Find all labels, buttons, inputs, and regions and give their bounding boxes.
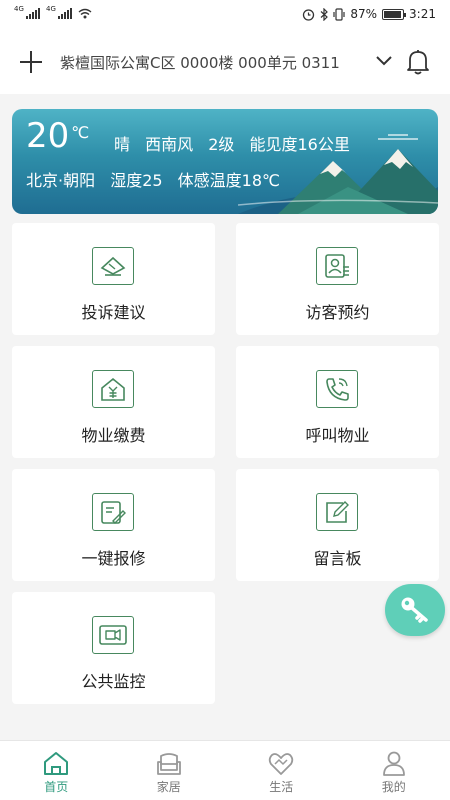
handshake-icon — [269, 753, 294, 775]
vibrate-icon — [333, 7, 345, 21]
tab-home[interactable]: 首页 — [0, 741, 113, 800]
bell-icon[interactable] — [405, 48, 431, 76]
weather-summary: 晴 西南风 2级 能见度16公里 — [114, 131, 360, 155]
address-header: 紫檀国际公寓C区 0000楼 000单元 0311 — [0, 30, 450, 94]
battery-percent: 87% — [350, 7, 378, 21]
battery-icon — [382, 8, 407, 20]
weather-details: 北京·朝阳 湿度25 体感温度18℃ — [26, 167, 290, 191]
humidity: 湿度25 — [110, 171, 163, 190]
complaint-icon — [92, 247, 134, 285]
bluetooth-icon — [320, 7, 329, 21]
weather-condition: 晴 — [114, 135, 131, 154]
phone-call-icon — [316, 370, 358, 408]
wind-direction: 西南风 — [145, 135, 194, 154]
message-board-icon — [316, 493, 358, 531]
service-repair[interactable]: 一键报修 — [12, 469, 215, 581]
tab-life[interactable]: 生活 — [225, 741, 338, 800]
weather-banner[interactable]: 20 ℃ 晴 西南风 2级 能见度16公里 北京·朝阳 湿度25 体感温度18℃ — [12, 109, 438, 214]
home-icon — [44, 752, 69, 775]
tab-mine[interactable]: 我的 — [338, 741, 450, 800]
status-bar: 4G 4G 87% 3:21 — [0, 0, 450, 30]
key-icon — [401, 597, 428, 623]
location: 北京·朝阳 — [26, 171, 96, 190]
feels-like: 体感温度18℃ — [177, 171, 280, 190]
address-selector[interactable]: 紫檀国际公寓C区 0000楼 000单元 0311 — [60, 52, 340, 73]
key-unlock-button[interactable] — [385, 584, 445, 636]
signal-icon-2: 4G — [46, 5, 72, 19]
signal-icon: 4G — [14, 5, 40, 19]
service-visitor[interactable]: 访客预约 — [236, 223, 439, 335]
service-call[interactable]: 呼叫物业 — [236, 346, 439, 458]
wifi-icon — [78, 8, 92, 19]
service-complaint[interactable]: 投诉建议 — [12, 223, 215, 335]
tab-home-living[interactable]: 家居 — [113, 741, 226, 800]
service-message-board[interactable]: 留言板 — [236, 469, 439, 581]
chevron-down-icon[interactable] — [376, 56, 392, 66]
add-icon[interactable] — [18, 49, 44, 75]
sofa-icon — [156, 753, 181, 775]
user-icon — [382, 751, 405, 776]
mountains-illustration — [238, 134, 438, 214]
payment-icon — [92, 370, 134, 408]
camera-icon — [92, 616, 134, 654]
alarm-icon — [303, 8, 315, 21]
visitor-icon — [316, 247, 358, 285]
repair-icon — [92, 493, 134, 531]
visibility: 能见度16公里 — [249, 135, 350, 154]
bottom-tab-bar: 首页 家居 生活 我的 — [0, 740, 450, 800]
service-monitoring[interactable]: 公共监控 — [12, 592, 215, 704]
clock: 3:21 — [409, 7, 436, 21]
wind-level: 2级 — [208, 135, 235, 154]
service-payment[interactable]: 物业缴费 — [12, 346, 215, 458]
temperature: 20 ℃ — [26, 116, 90, 156]
